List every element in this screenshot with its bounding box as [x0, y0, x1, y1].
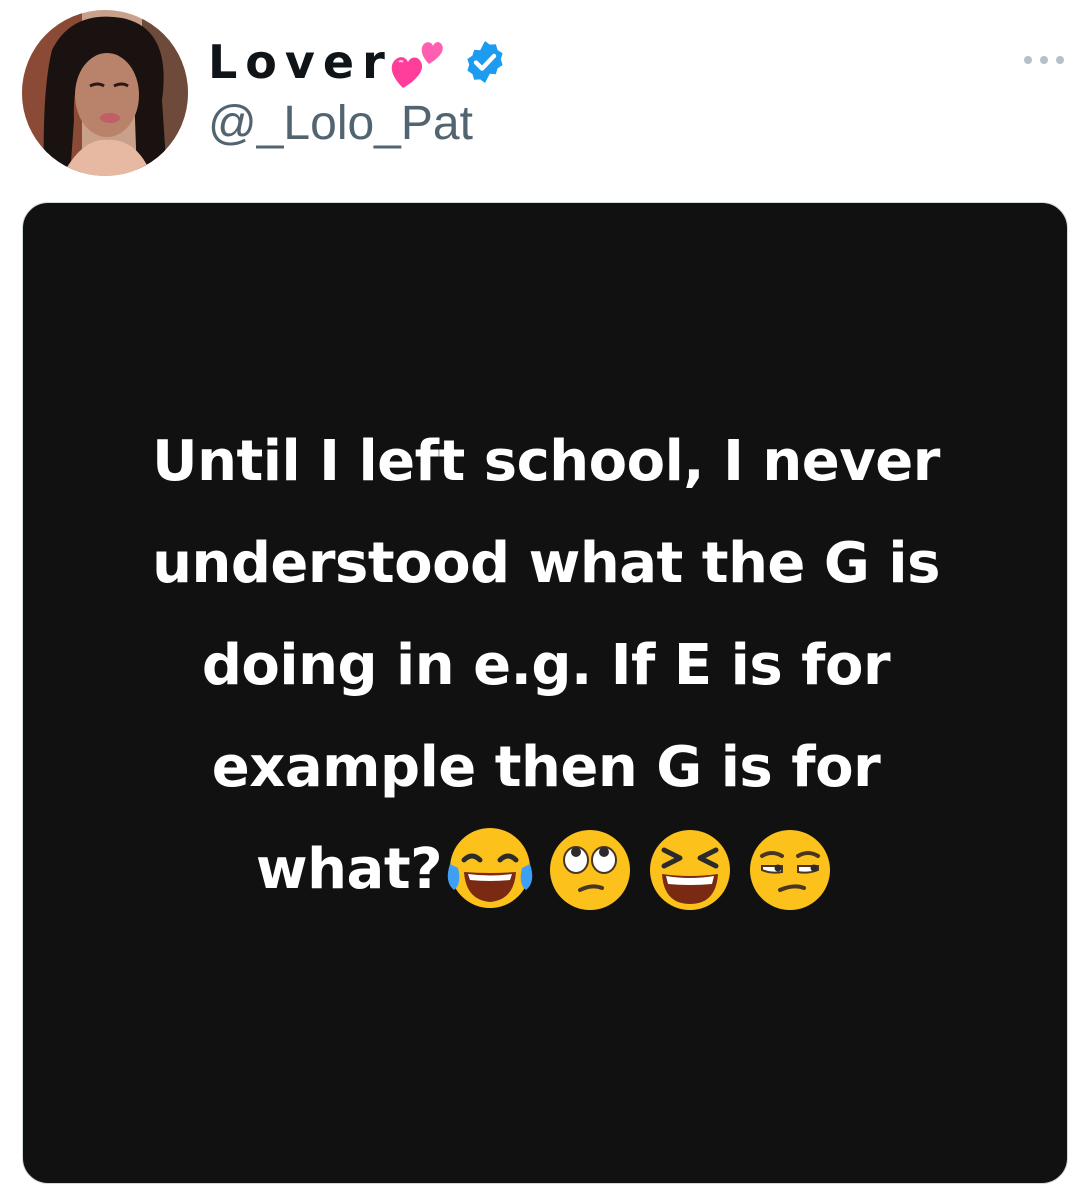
verified-badge-icon	[461, 38, 509, 86]
caption-line: Until I left school, I never	[152, 429, 940, 494]
dot-icon	[1024, 56, 1032, 64]
grinning-squinting-face-emoji	[644, 824, 736, 916]
author-handle[interactable]: @_Lolo_Pat	[208, 100, 473, 148]
caption-line: what?	[255, 837, 443, 902]
caption-line: example then G is for	[211, 735, 881, 800]
two-hearts-emoji	[389, 34, 449, 90]
unamused-face-emoji	[744, 824, 836, 916]
more-options-button[interactable]	[1024, 50, 1064, 70]
face-with-tears-of-joy-emoji	[444, 824, 536, 916]
caption-last-line: what?	[256, 819, 836, 921]
caption-line: understood what the G is	[152, 531, 940, 596]
meme-caption: Until I left school, I never understood …	[23, 411, 1067, 921]
face-with-rolling-eyes-emoji	[544, 824, 636, 916]
caption-line: doing in e.g. If E is for	[201, 633, 891, 698]
dot-icon	[1056, 56, 1064, 64]
dot-icon	[1040, 56, 1048, 64]
tweet-header: Lover @_Lolo_Pat	[0, 0, 1090, 200]
avatar[interactable]	[22, 10, 188, 176]
tweet: Lover @_Lolo_Pat Until I left school, I …	[0, 0, 1090, 1200]
tweet-media-image[interactable]: Until I left school, I never understood …	[22, 202, 1068, 1184]
display-name[interactable]: Lover	[208, 39, 393, 85]
name-row: Lover	[208, 32, 509, 92]
